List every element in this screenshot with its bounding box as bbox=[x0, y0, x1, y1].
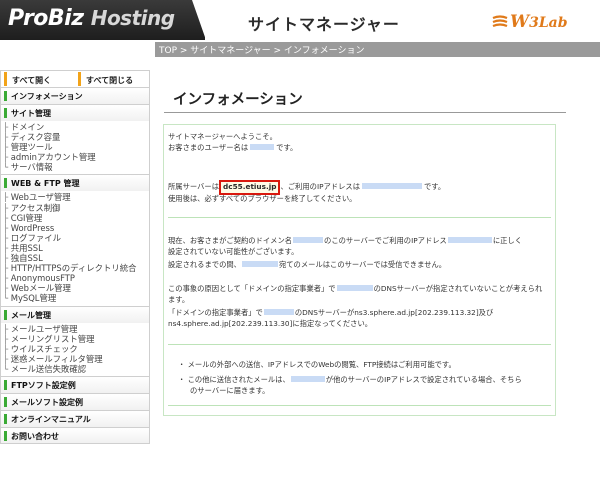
sidebar-item-web-user[interactable]: Webユーザ管理 bbox=[3, 192, 149, 202]
logo-main-text: ProBiz bbox=[8, 6, 84, 31]
domain-mask-3 bbox=[336, 285, 373, 291]
mail-items: メールユーザ管理 メーリングリスト管理 ウイルスチェック 迷惑メールフィルタ管理… bbox=[0, 322, 150, 376]
sidebar-section-mail[interactable]: メール管理 bbox=[0, 305, 150, 323]
domain-mask-2 bbox=[241, 261, 278, 267]
domain-mask-5 bbox=[290, 376, 325, 382]
sidebar-section-web-ftp[interactable]: WEB & FTP 管理 bbox=[0, 174, 150, 192]
w3lab-text: 3Lab bbox=[529, 15, 568, 31]
sidebar-item-virus-check[interactable]: ウイルスチェック bbox=[3, 344, 149, 354]
dns-cause-line2: ます。 bbox=[168, 295, 190, 304]
sidebar-item-own-ssl[interactable]: 独自SSL bbox=[3, 253, 149, 263]
sidebar-item-access-control[interactable]: アクセス制御 bbox=[3, 203, 149, 213]
section-divider-3 bbox=[168, 405, 551, 406]
logo-accent-text: Hosting bbox=[90, 6, 175, 30]
sidebar-item-shared-ssl[interactable]: 共用SSL bbox=[3, 243, 149, 253]
title-divider bbox=[164, 112, 566, 113]
close-all-button[interactable]: すべて閉じる bbox=[78, 72, 147, 86]
sidebar-item-webmail[interactable]: Webメール管理 bbox=[3, 283, 149, 293]
sidebar-item-wordpress[interactable]: WordPress bbox=[3, 223, 149, 233]
sidebar-section-site-management[interactable]: サイト管理 bbox=[0, 104, 150, 121]
dns-warning-line1: 現在、お客さまがご契約のドイメン名 のこのサーバーでご利用のIPアドレス に正しく bbox=[168, 236, 523, 245]
web-ftp-items: Webユーザ管理 アクセス制御 CGI管理 WordPress ログファイル 共… bbox=[0, 191, 150, 306]
sidebar-item-mailing-list[interactable]: メーリングリスト管理 bbox=[3, 334, 149, 344]
sidebar-section-manual[interactable]: オンラインマニュアル bbox=[0, 409, 150, 427]
probiz-logo[interactable]: ProBiz Hosting bbox=[0, 0, 205, 40]
domain-mask bbox=[293, 237, 324, 243]
ip-mask-2 bbox=[447, 237, 492, 243]
sidebar-item-anonymous-ftp[interactable]: AnonymousFTP bbox=[3, 273, 149, 283]
w3lab-mark-icon bbox=[492, 15, 508, 28]
sidebar-section-ftp-settings[interactable]: FTPソフト設定例 bbox=[0, 375, 150, 393]
site-management-items: ドメイン ディスク容量 管理ツール adminアカウント管理 サーバ情報 bbox=[0, 121, 150, 175]
breadcrumb[interactable]: TOP > サイトマネージャー > インフォメーション bbox=[159, 43, 364, 56]
dns-cause-line4: ns4.sphere.ad.jp[202.239.113.30]に指定なってくだ… bbox=[168, 319, 373, 328]
dns-cause-line1: この事象の原因として「ドメインの指定事業者」で のDNSサーバーが指定されていない… bbox=[168, 284, 543, 293]
sidebar-section-information[interactable]: インフォメーション bbox=[0, 87, 150, 104]
sidebar-item-disk[interactable]: ディスク容量 bbox=[3, 132, 149, 142]
dns-warning-line2: 設定されていない可能性がございます。 bbox=[168, 247, 299, 256]
sidebar-item-mail-user[interactable]: メールユーザ管理 bbox=[3, 324, 149, 334]
bullet-mail-routing: この他に送信されたメールは、が他のサーバーのIPアドレスで設定されている場合、そ… bbox=[178, 375, 522, 386]
section-divider bbox=[168, 217, 551, 218]
user-name-mask bbox=[250, 144, 275, 150]
user-line: お客さまのユーザー名は です。 bbox=[168, 143, 298, 152]
section-divider-2 bbox=[168, 344, 551, 345]
sidebar-item-logfile[interactable]: ログファイル bbox=[3, 233, 149, 243]
sidebar-item-spam-filter[interactable]: 迷惑メールフィルタ管理 bbox=[3, 354, 149, 364]
sidebar-item-server-info[interactable]: サーバ情報 bbox=[3, 162, 149, 172]
sidebar-item-http-https[interactable]: HTTP/HTTPSのディレクトリ統合 bbox=[3, 263, 149, 273]
header: ProBiz Hosting サイトマネージャー W3Lab bbox=[0, 0, 600, 42]
sidebar-item-tools[interactable]: 管理ツール bbox=[3, 142, 149, 152]
sidebar-item-domain[interactable]: ドメイン bbox=[3, 122, 149, 132]
dns-cause-line3: 「ドメインの指定事業者」で のDNSサーバーがns3.sphere.ad.jp[2… bbox=[168, 308, 494, 317]
dns-warning-line3: 設定されるまでの間、 宛てのメールはこのサーバーでは受信できません。 bbox=[168, 260, 447, 269]
information-panel: サイトマネージャーへようこそ。 お客さまのユーザー名は です。 所属サーバーは dc… bbox=[163, 124, 556, 416]
sidebar-item-cgi[interactable]: CGI管理 bbox=[3, 213, 149, 223]
welcome-text: サイトマネージャーへようこそ。 bbox=[168, 132, 277, 141]
domain-mask-4 bbox=[263, 309, 294, 315]
server-name-highlight: dc55.etius.jp bbox=[219, 180, 281, 195]
server-line: 所属サーバーは dc55.etius.jp 、ご利用のIPアドレスは です。 bbox=[168, 180, 445, 195]
sidebar-item-send-failure[interactable]: メール送信失敗確認 bbox=[3, 364, 149, 374]
open-all-button[interactable]: すべて開く bbox=[4, 72, 73, 86]
w3lab-logo[interactable]: W3Lab bbox=[492, 12, 568, 32]
ip-mask bbox=[362, 183, 422, 189]
bullet-mail-routing-cont: のサーバーに届きます。 bbox=[190, 386, 270, 395]
logo-slant-decoration bbox=[192, 0, 206, 40]
w3lab-text-big: W bbox=[510, 12, 530, 32]
sidebar-item-mysql[interactable]: MySQL管理 bbox=[3, 293, 149, 303]
bullet-available-services: メールの外部への送信、IPアドレスでのWebの閲覧、FTP接続はご利用可能です。 bbox=[178, 360, 456, 371]
probiz-logo-text: ProBiz Hosting bbox=[8, 6, 175, 31]
breadcrumb-bar: TOP > サイトマネージャー > インフォメーション bbox=[155, 42, 600, 57]
sidebar-item-admin-account[interactable]: adminアカウント管理 bbox=[3, 152, 149, 162]
sidebar-section-mail-settings[interactable]: メールソフト設定例 bbox=[0, 392, 150, 410]
site-title: サイトマネージャー bbox=[248, 15, 400, 34]
open-close-controls: すべて開く すべて閉じる bbox=[0, 70, 150, 87]
sidebar: すべて開く すべて閉じる インフォメーション サイト管理 ドメイン ディスク容量… bbox=[0, 70, 150, 444]
sidebar-section-contact[interactable]: お問い合わせ bbox=[0, 426, 150, 444]
logout-note: 使用後は、必ずすべてのブラウザーを終了してください。 bbox=[168, 194, 357, 203]
page-title: インフォメーション bbox=[173, 92, 303, 108]
